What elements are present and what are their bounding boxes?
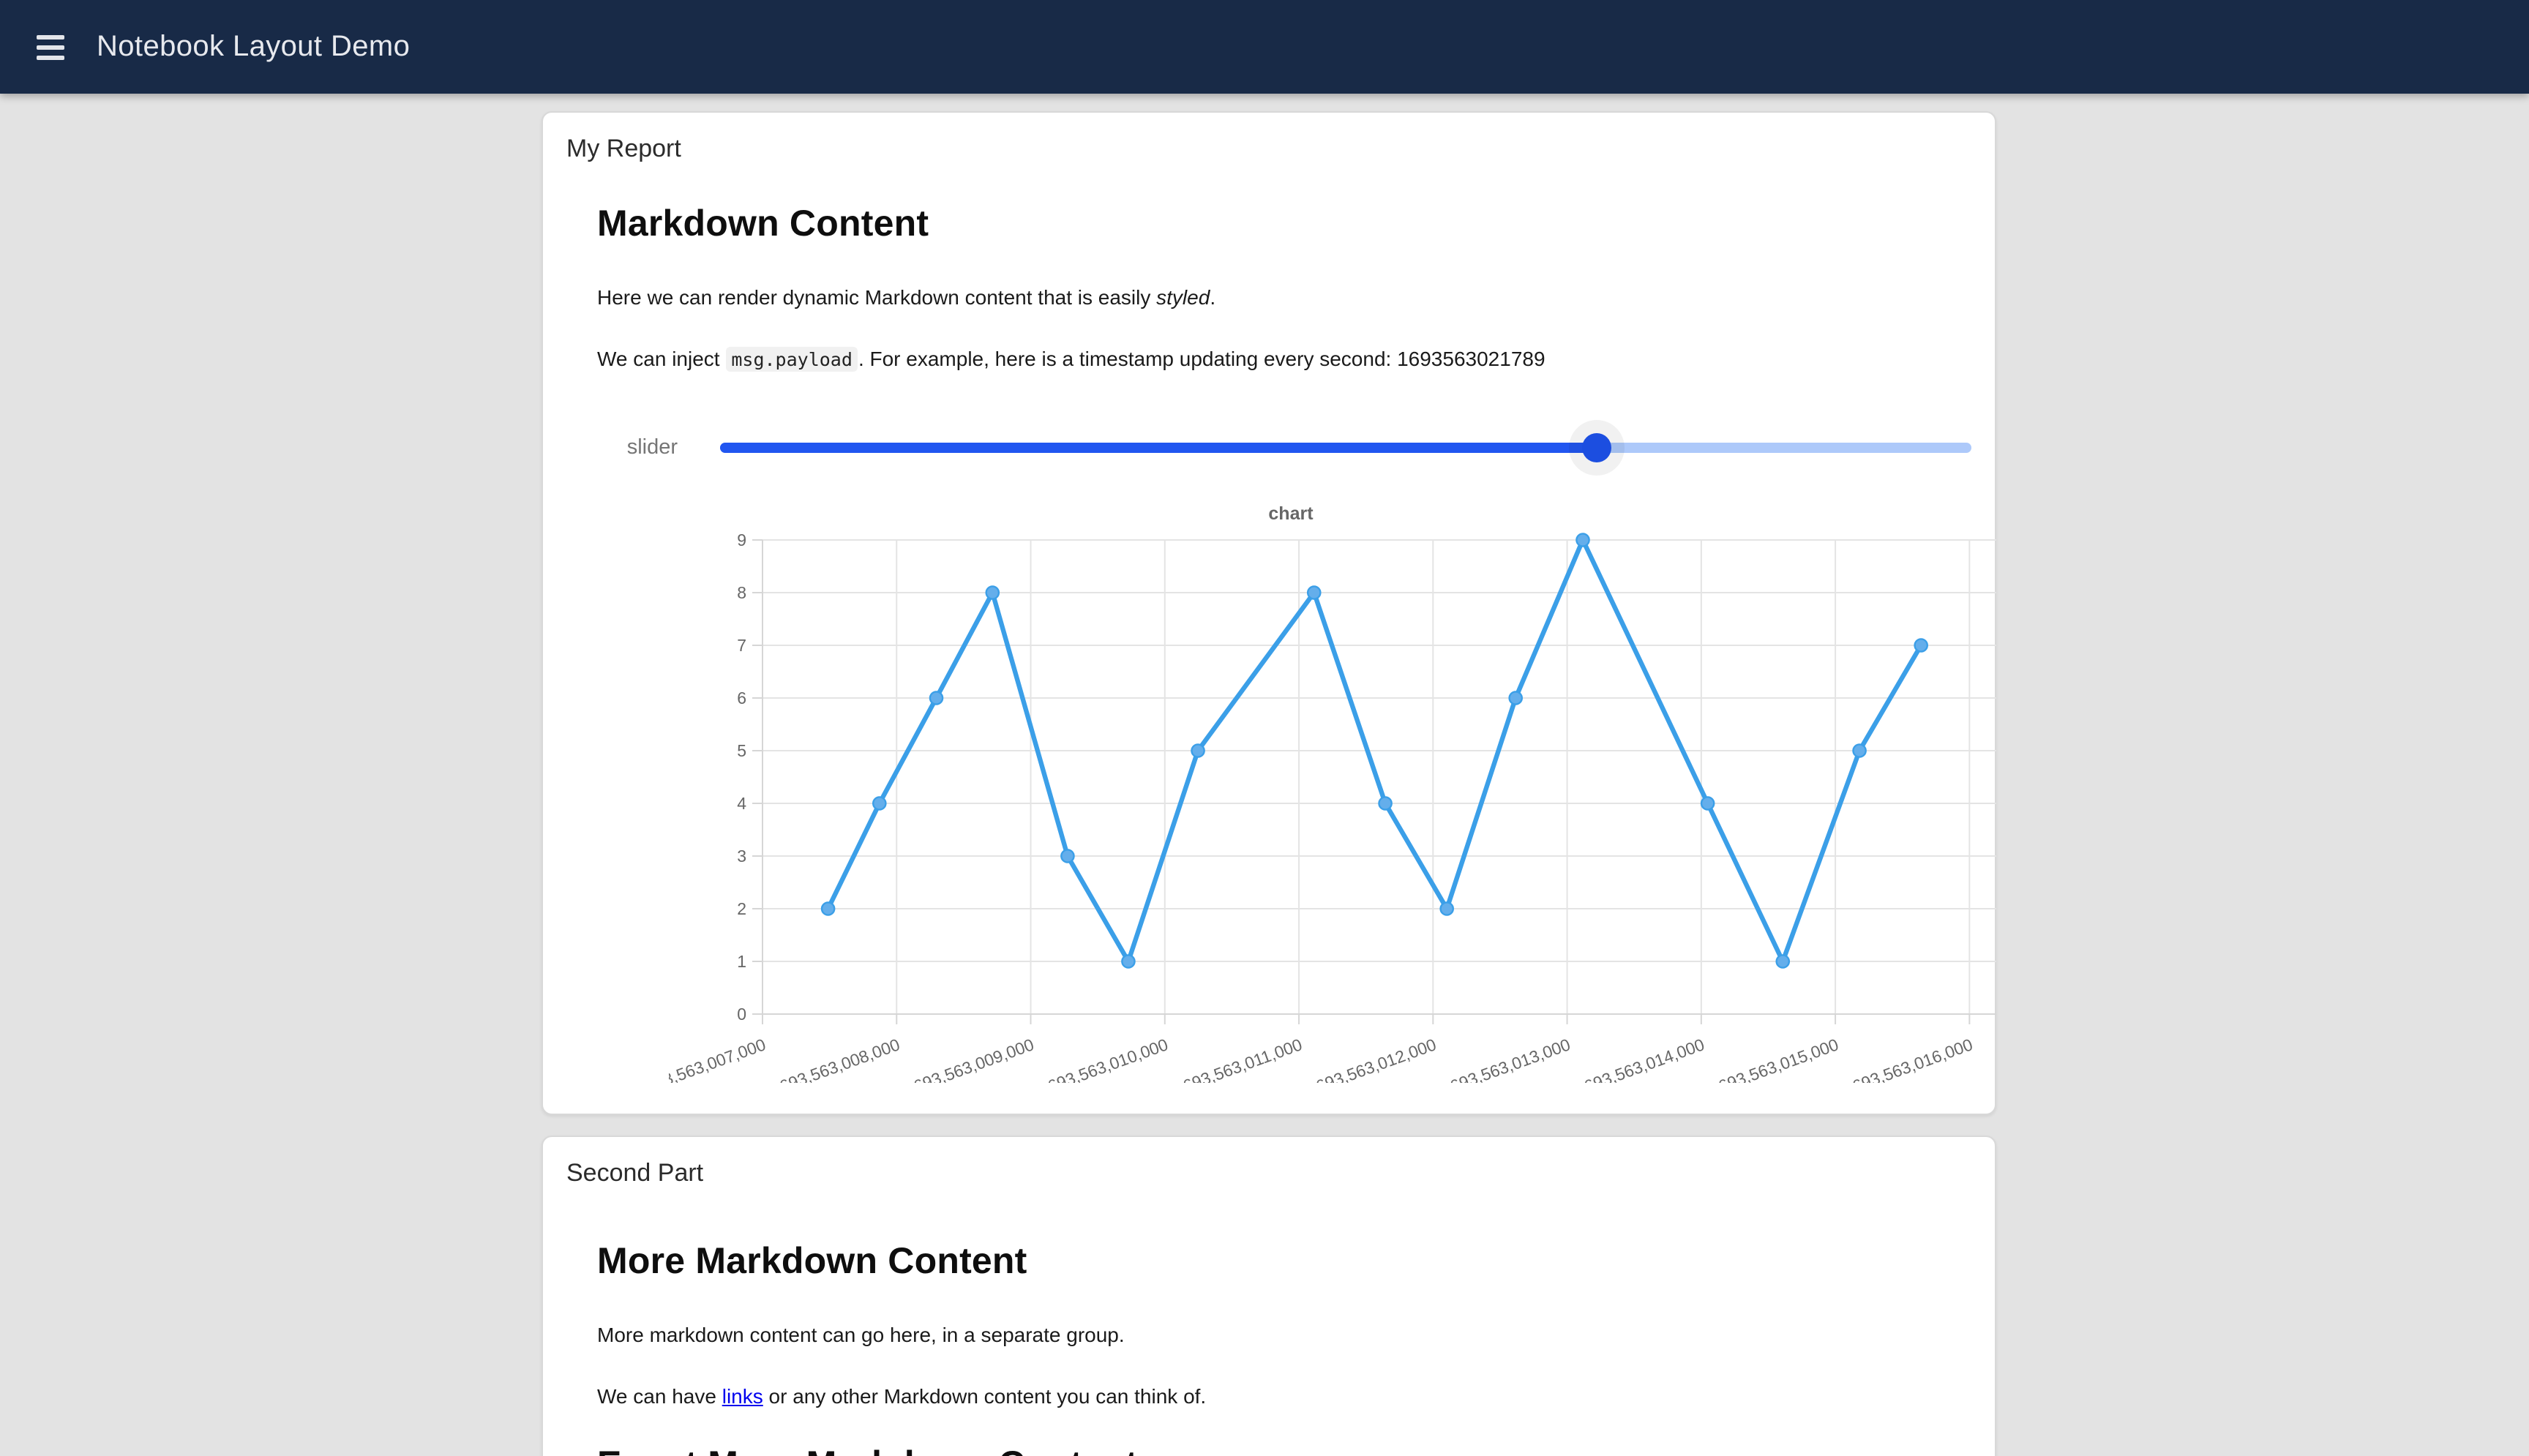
paragraph-text: .	[1210, 285, 1215, 309]
x-axis-tick-label: 1,693,563,015,000	[1703, 1034, 1841, 1082]
app-root: Notebook Layout Demo My Report Markdown …	[0, 0, 2529, 1456]
y-axis-tick-label: 0	[737, 1004, 746, 1023]
chart-data-point[interactable]	[1915, 639, 1927, 651]
x-axis-tick-label: 1,693,563,010,000	[1032, 1034, 1170, 1082]
chart-data-point[interactable]	[1510, 691, 1522, 704]
chart-data-point[interactable]	[1122, 955, 1134, 967]
slider-track[interactable]	[720, 418, 1971, 476]
x-axis-tick-label: 1,693,563,012,000	[1300, 1034, 1439, 1082]
markdown-paragraph: We can have links or any other Markdown …	[597, 1382, 1941, 1412]
x-axis-tick-label: 1,693,563,009,000	[898, 1034, 1036, 1082]
y-axis-tick-label: 9	[737, 530, 746, 549]
chart-data-point[interactable]	[1777, 955, 1789, 967]
y-axis-tick-label: 4	[737, 793, 746, 812]
app-header: Notebook Layout Demo	[0, 0, 2529, 94]
italic-text: styled	[1156, 285, 1210, 309]
chart-data-point[interactable]	[1379, 797, 1391, 809]
markdown-block: More Markdown Content More markdown cont…	[597, 1241, 1941, 1456]
markdown-heading: Markdown Content	[597, 203, 1941, 246]
y-axis-tick-label: 5	[737, 740, 746, 759]
markdown-paragraph: We can inject msg.payload. For example, …	[597, 345, 1941, 375]
y-axis-tick-label: 7	[737, 635, 746, 654]
paragraph-text: We can have	[597, 1385, 722, 1408]
chart-data-point[interactable]	[1853, 744, 1865, 757]
x-axis-tick-label: 1,693,563,011,000	[1167, 1034, 1305, 1082]
y-axis-tick-label: 2	[737, 898, 746, 917]
markdown-paragraph: More markdown content can go here, in a …	[597, 1320, 1941, 1350]
report-card: My Report Markdown Content Here we can r…	[542, 111, 1996, 1115]
paragraph-text: . For example, here is a timestamp updat…	[858, 348, 1397, 371]
app-title: Notebook Layout Demo	[97, 30, 410, 64]
chart-data-point[interactable]	[822, 902, 834, 915]
hamburger-icon	[36, 34, 64, 39]
y-axis-tick-label: 1	[737, 951, 746, 970]
chart-data-point[interactable]	[1061, 849, 1074, 862]
inline-code: msg.payload	[725, 348, 858, 372]
x-axis-tick-label: 1,693,563,008,000	[764, 1034, 902, 1082]
paragraph-text: Here we can render dynamic Markdown cont…	[597, 285, 1156, 309]
chart-data-point[interactable]	[1576, 533, 1589, 546]
chart-data-point[interactable]	[1441, 902, 1453, 915]
hamburger-icon	[36, 55, 64, 59]
x-axis-tick-label: 1,693,563,013,000	[1434, 1034, 1573, 1082]
y-axis-tick-label: 3	[737, 846, 746, 865]
chart-data-point[interactable]	[1701, 797, 1714, 809]
chart-data-point[interactable]	[1191, 744, 1204, 757]
chart-data-point[interactable]	[873, 797, 885, 809]
chart-widget: chart 01234567891,693,563,007,0001,693,5…	[669, 503, 1971, 1082]
hamburger-icon	[36, 45, 64, 49]
paragraph-text: or any other Markdown content you can th…	[763, 1385, 1206, 1408]
slider-widget: slider	[597, 418, 1971, 476]
y-axis-tick-label: 6	[737, 688, 746, 707]
menu-button[interactable]	[20, 18, 79, 76]
x-axis-tick-label: 1,693,563,014,000	[1568, 1034, 1706, 1082]
card-title: Second Part	[566, 1155, 1971, 1188]
chart-data-point[interactable]	[986, 586, 999, 598]
markdown-heading: Event More Markdown Content	[597, 1444, 1941, 1456]
timestamp-value: 1693563021789	[1397, 348, 1545, 371]
x-axis-tick-label: 1,693,563,007,000	[669, 1034, 768, 1082]
slider-track-fill	[720, 442, 1596, 452]
slider-thumb[interactable]	[1581, 432, 1611, 462]
paragraph-text: We can inject	[597, 348, 725, 371]
markdown-paragraph: Here we can render dynamic Markdown cont…	[597, 282, 1941, 312]
markdown-block: Markdown Content Here we can render dyna…	[597, 203, 1941, 374]
chart-title: chart	[669, 503, 1913, 523]
chart-data-point[interactable]	[1308, 586, 1320, 598]
chart-data-point[interactable]	[930, 691, 943, 704]
slider-label: slider	[597, 435, 678, 459]
second-card: Second Part More Markdown Content More m…	[542, 1136, 1996, 1456]
markdown-heading: More Markdown Content	[597, 1241, 1941, 1283]
y-axis-tick-label: 8	[737, 582, 746, 601]
chart-canvas[interactable]: 0 1 2 3 4 5 6 7 8 9 1,693,563,007,0001,693,563,008…	[669, 526, 2015, 1082]
card-title: My Report	[566, 130, 1971, 164]
markdown-link[interactable]: links	[722, 1385, 763, 1408]
x-axis-tick-label: 1,693,563,016,000	[1837, 1034, 1975, 1082]
